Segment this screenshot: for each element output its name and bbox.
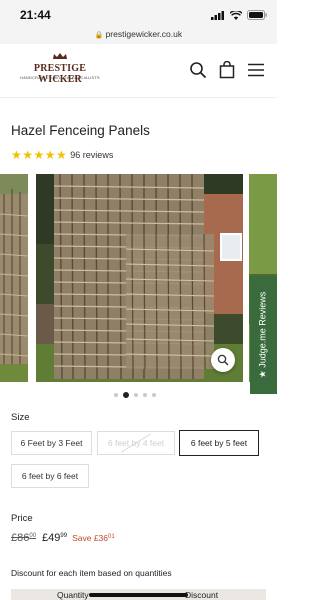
status-bar: 21:44 xyxy=(0,0,277,28)
judgeme-reviews-label: ★ Judge.me Reviews xyxy=(257,291,268,379)
size-label: Size xyxy=(11,412,30,423)
status-time: 21:44 xyxy=(20,8,51,22)
size-option-6x4[interactable]: 6 feet by 4 feet xyxy=(97,431,175,455)
zoom-button[interactable] xyxy=(211,348,235,372)
review-count: 96 reviews xyxy=(70,150,114,160)
wifi-icon xyxy=(230,10,242,20)
discount-description: Discount for each item based on quantiti… xyxy=(11,568,172,578)
column-discount: Discount xyxy=(185,590,219,600)
pagination-dot[interactable] xyxy=(123,392,129,398)
logo-title: PRESTIGE WICKER xyxy=(33,63,87,85)
url-text: prestigewicker.co.uk xyxy=(105,29,183,39)
signal-icon xyxy=(211,10,224,20)
site-header: PRESTIGE WICKER HANDCRAFTED WILLOW SPECI… xyxy=(0,44,277,98)
cart-icon[interactable] xyxy=(218,61,236,79)
size-option-6x6[interactable]: 6 feet by 6 feet xyxy=(11,464,89,488)
status-icons xyxy=(211,10,267,20)
home-indicator[interactable] xyxy=(89,593,188,597)
logo-subtitle: HANDCRAFTED WILLOW SPECIALISTS xyxy=(20,76,100,80)
url-bar[interactable]: 🔒 prestigewicker.co.uk xyxy=(0,28,277,44)
rating-stars: ★★★★★ xyxy=(11,148,68,162)
product-gallery[interactable] xyxy=(0,174,277,382)
savings-badge: Save £3601 xyxy=(72,533,115,543)
price-row: £8600 £4999 Save £3601 xyxy=(11,532,115,544)
menu-icon[interactable] xyxy=(247,61,265,79)
battery-icon xyxy=(247,10,267,20)
logo[interactable]: PRESTIGE WICKER HANDCRAFTED WILLOW SPECI… xyxy=(14,50,106,90)
price-label: Price xyxy=(11,513,33,524)
lock-icon: 🔒 xyxy=(94,32,104,39)
gallery-pagination[interactable] xyxy=(114,392,156,398)
search-icon[interactable] xyxy=(189,61,207,79)
pagination-dot[interactable] xyxy=(114,393,118,397)
column-quantity: Quantity xyxy=(57,590,89,600)
zoom-icon xyxy=(217,354,229,366)
pagination-dot[interactable] xyxy=(143,393,147,397)
pagination-dot[interactable] xyxy=(134,393,138,397)
crown-icon xyxy=(53,53,67,59)
sale-price: £4999 xyxy=(42,532,68,544)
rating[interactable]: ★★★★★ 96 reviews xyxy=(11,148,113,162)
pagination-dot[interactable] xyxy=(152,393,156,397)
unavailable-strike xyxy=(121,433,151,453)
original-price: £8600 xyxy=(11,532,37,544)
product-title: Hazel Fenceing Panels xyxy=(11,123,150,138)
gallery-slide-main[interactable] xyxy=(36,174,243,382)
gallery-slide-previous[interactable] xyxy=(0,174,28,382)
size-option-6x5[interactable]: 6 feet by 5 feet xyxy=(179,430,259,456)
size-option-6x3[interactable]: 6 Feet by 3 Feet xyxy=(11,431,92,455)
